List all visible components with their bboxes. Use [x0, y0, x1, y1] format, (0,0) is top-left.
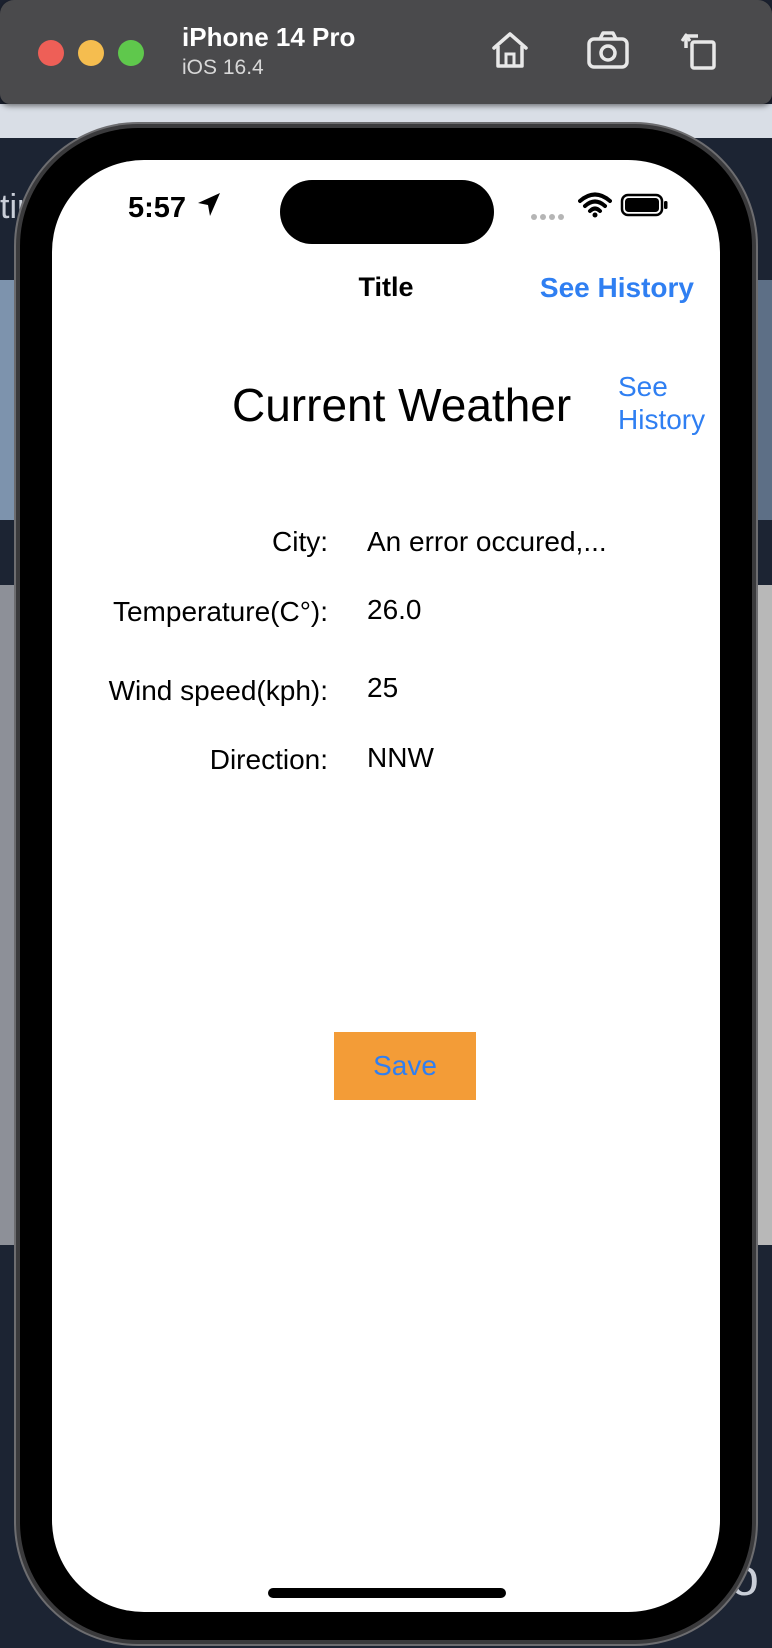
- direction-label: Direction:: [209, 744, 328, 775]
- battery-icon: [620, 192, 670, 218]
- rotate-icon[interactable]: [676, 26, 724, 74]
- screenshot-icon[interactable]: [584, 26, 632, 74]
- status-time: 5:57: [128, 192, 187, 224]
- close-window-button[interactable]: [38, 40, 64, 66]
- home-icon[interactable]: [486, 26, 534, 74]
- page-heading: Current Weather: [232, 379, 572, 431]
- device-name: iPhone 14 Pro: [182, 22, 356, 52]
- wind-speed-label: Wind speed(kph):: [108, 675, 328, 706]
- home-indicator[interactable]: [268, 1588, 506, 1598]
- os-version: iOS 16.4: [182, 56, 264, 79]
- city-value: An error occured,...: [367, 526, 607, 557]
- minimize-window-button[interactable]: [78, 40, 104, 66]
- see-history-link[interactable]: See History: [618, 370, 718, 436]
- signal-dots-icon: [530, 208, 566, 220]
- wifi-icon: [578, 192, 612, 218]
- city-label: City:: [272, 526, 328, 557]
- save-button[interactable]: Save: [334, 1032, 476, 1100]
- direction-value: NNW: [367, 742, 434, 773]
- dynamic-island: [280, 180, 494, 244]
- simulator-toolbar: iPhone 14 Pro iOS 16.4: [0, 0, 772, 104]
- temperature-value: 26.0: [367, 594, 422, 625]
- fullscreen-window-button[interactable]: [118, 40, 144, 66]
- location-arrow-icon: [194, 190, 224, 220]
- temperature-label: Temperature(C°):: [112, 596, 328, 627]
- see-history-nav-button[interactable]: See History: [540, 272, 694, 304]
- wind-speed-value: 25: [367, 672, 399, 703]
- phone-screen: 5:57 Title See History Current Weather S…: [52, 160, 720, 1612]
